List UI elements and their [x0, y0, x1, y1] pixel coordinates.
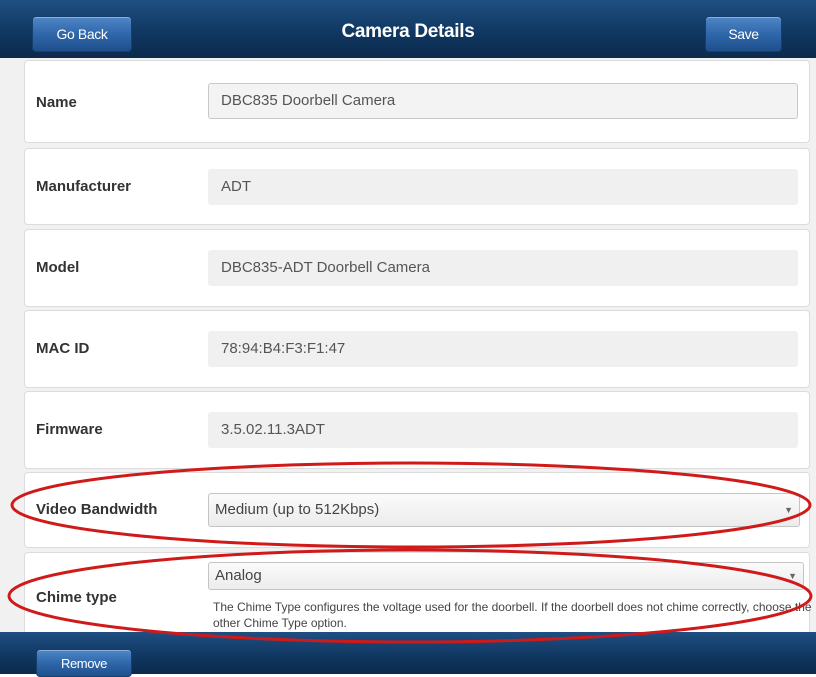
- go-back-button[interactable]: Go Back: [32, 16, 132, 52]
- model-row: Model DBC835-ADT Doorbell Camera: [24, 229, 810, 307]
- save-button[interactable]: Save: [705, 16, 782, 52]
- video-bandwidth-row: Video Bandwidth Medium (up to 512Kbps) ▼: [24, 472, 810, 548]
- camera-details-form: Name DBC835 Doorbell Camera Manufacturer…: [0, 58, 816, 632]
- top-navigation-bar: Camera Details Go Back Save: [0, 0, 816, 59]
- chevron-down-icon: ▼: [784, 505, 793, 515]
- chime-type-value: Analog: [215, 567, 262, 584]
- remove-button[interactable]: Remove: [36, 649, 132, 677]
- mac-id-value: 78:94:B4:F3:F1:47: [208, 331, 798, 367]
- chime-type-label: Chime type: [36, 589, 117, 606]
- manufacturer-label: Manufacturer: [36, 178, 132, 195]
- firmware-value: 3.5.02.11.3ADT: [208, 412, 798, 448]
- chime-type-help-text: The Chime Type configures the voltage us…: [213, 600, 812, 630]
- mac-id-label: MAC ID: [36, 340, 90, 357]
- model-label: Model: [36, 259, 80, 276]
- name-row: Name DBC835 Doorbell Camera: [24, 60, 810, 143]
- bottom-toolbar: Remove: [0, 632, 816, 677]
- manufacturer-row: Manufacturer ADT: [24, 148, 810, 225]
- firmware-row: Firmware 3.5.02.11.3ADT: [24, 391, 810, 469]
- mac-id-row: MAC ID 78:94:B4:F3:F1:47: [24, 310, 810, 388]
- model-value: DBC835-ADT Doorbell Camera: [208, 250, 798, 286]
- name-label: Name: [36, 94, 77, 111]
- firmware-label: Firmware: [36, 421, 103, 438]
- chime-type-row: Chime type Analog ▼ The Chime Type confi…: [24, 552, 812, 632]
- manufacturer-value: ADT: [208, 169, 798, 205]
- video-bandwidth-value: Medium (up to 512Kbps): [215, 501, 380, 518]
- video-bandwidth-label: Video Bandwidth: [36, 501, 158, 518]
- video-bandwidth-select[interactable]: Medium (up to 512Kbps) ▼: [208, 493, 800, 527]
- chevron-down-icon: ▼: [788, 571, 797, 581]
- chime-type-select[interactable]: Analog ▼: [208, 562, 804, 590]
- name-input[interactable]: DBC835 Doorbell Camera: [208, 83, 798, 119]
